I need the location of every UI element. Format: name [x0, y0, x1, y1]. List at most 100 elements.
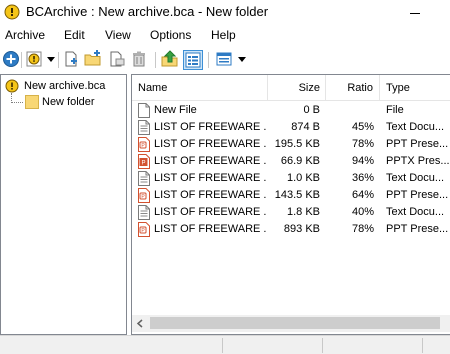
- up-folder-button[interactable]: [161, 50, 181, 70]
- file-size: 195.5 KB: [274, 138, 320, 150]
- file-row[interactable]: P LIST OF FREEWARE ... 66.9 KB 94% PPTX Pres…: [132, 153, 450, 170]
- file-size: 874 B: [291, 121, 320, 133]
- delete-button[interactable]: [130, 50, 150, 70]
- file-size: 66.9 KB: [280, 155, 320, 167]
- ppt-file-icon: P: [138, 222, 150, 237]
- column-header-type-label: Type: [386, 82, 410, 94]
- file-row[interactable]: P LIST OF FREEWARE ... 143.5 KB 64% PPT Pres…: [132, 187, 450, 204]
- toolbar-separator: [155, 52, 156, 68]
- file-ratio: 45%: [351, 121, 374, 133]
- file-size: 893 KB: [283, 223, 320, 235]
- text-file-icon: [138, 171, 150, 186]
- column-header-size[interactable]: Size: [268, 75, 326, 101]
- list-header: Name Size Ratio Type: [132, 75, 450, 101]
- file-list: Name Size Ratio Type New File 0 B File LIST…: [131, 74, 450, 335]
- plus-circle-icon: [3, 51, 19, 67]
- file-type: Text Docu...: [386, 172, 445, 184]
- status-bar: [0, 335, 450, 354]
- column-header-name[interactable]: Name: [132, 75, 268, 101]
- ppt-file-icon: P: [138, 188, 150, 203]
- up-arrow-folder-icon: [161, 50, 178, 67]
- file-type: PPT Prese...: [386, 223, 449, 235]
- bcarchive-app-icon: [4, 4, 20, 20]
- file-size: 1.8 KB: [286, 206, 320, 218]
- menu-view[interactable]: View: [105, 28, 131, 42]
- horizontal-scrollbar[interactable]: [132, 315, 450, 332]
- file-type: Text Docu...: [386, 121, 445, 133]
- file-size: 143.5 KB: [274, 189, 320, 201]
- menu-bar: Archive Edit View Options Help: [0, 25, 450, 45]
- file-ratio: 36%: [351, 172, 374, 184]
- column-header-type[interactable]: Type: [380, 75, 450, 101]
- file-ratio: 64%: [351, 189, 374, 201]
- add-folder-button[interactable]: [84, 50, 104, 70]
- menu-help[interactable]: Help: [211, 28, 236, 42]
- new-folder-icon: [84, 50, 101, 66]
- file-name: LIST OF FREEWARE ...: [154, 172, 266, 184]
- file-size: 1.0 KB: [286, 172, 320, 184]
- chevron-down-icon[interactable]: [238, 57, 246, 63]
- archive-icon: [5, 79, 19, 93]
- trash-icon: [133, 51, 145, 67]
- file-size: 0 B: [303, 104, 320, 116]
- add-files-button[interactable]: [62, 50, 82, 70]
- extract-file-icon: [110, 51, 125, 67]
- key-document-icon: [26, 51, 42, 67]
- file-row[interactable]: New File 0 B File: [132, 102, 450, 119]
- toolbar-separator: [208, 52, 209, 68]
- file-row[interactable]: P LIST OF FREEWARE ... 893 KB 78% PPT Prese.…: [132, 221, 450, 238]
- file-row[interactable]: LIST OF FREEWARE ... 1.8 KB 40% Text Docu..…: [132, 204, 450, 221]
- minimize-button[interactable]: [396, 4, 436, 22]
- file-name: LIST OF FREEWARE ...: [154, 121, 266, 133]
- tree-item-new-folder[interactable]: New folder: [23, 95, 127, 111]
- column-header-size-label: Size: [298, 82, 320, 94]
- column-header-ratio[interactable]: Ratio: [326, 75, 380, 101]
- status-cell: [223, 338, 323, 353]
- view-mode-button[interactable]: [215, 50, 235, 70]
- file-type: PPTX Pres...: [386, 155, 450, 167]
- tree-root-label: New archive.bca: [24, 80, 106, 92]
- window-title: BCArchive : New archive.bca - New folder: [26, 4, 269, 19]
- file-name: LIST OF FREEWARE ...: [154, 138, 266, 150]
- status-cell: [323, 338, 423, 353]
- file-type: PPT Prese...: [386, 189, 449, 201]
- column-header-name-label: Name: [138, 82, 168, 94]
- file-ratio: 94%: [351, 155, 374, 167]
- toolbar-separator: [21, 52, 22, 68]
- scrollbar-thumb[interactable]: [150, 317, 440, 329]
- extract-button[interactable]: [108, 50, 128, 70]
- encrypt-button[interactable]: [25, 50, 45, 70]
- toolbar: [0, 46, 450, 74]
- menu-edit[interactable]: Edit: [64, 28, 85, 42]
- tree-child-label: New folder: [42, 96, 95, 108]
- file-ratio: 40%: [351, 206, 374, 218]
- file-type: File: [386, 104, 404, 116]
- pptx-file-icon: P: [138, 154, 150, 169]
- window-list-icon: [216, 52, 232, 66]
- file-ratio: 78%: [351, 223, 374, 235]
- file-name: LIST OF FREEWARE ...: [154, 189, 266, 201]
- chevron-down-icon[interactable]: [47, 57, 55, 63]
- file-ratio: 78%: [351, 138, 374, 150]
- file-row[interactable]: P LIST OF FREEWARE ... 195.5 KB 78% PPT Pres…: [132, 136, 450, 153]
- file-row[interactable]: LIST OF FREEWARE ... 874 B 45% Text Docu...: [132, 119, 450, 136]
- file-type: Text Docu...: [386, 206, 445, 218]
- text-file-icon: [138, 205, 150, 220]
- file-name: LIST OF FREEWARE ...: [154, 206, 266, 218]
- folder-icon: [25, 95, 39, 109]
- scroll-left-arrow-icon[interactable]: [136, 319, 145, 328]
- add-button[interactable]: [2, 50, 22, 70]
- file-row[interactable]: LIST OF FREEWARE ... 1.0 KB 36% Text Docu..…: [132, 170, 450, 187]
- file-name: LIST OF FREEWARE ...: [154, 155, 266, 167]
- blank-file-icon: [138, 103, 150, 118]
- column-header-ratio-label: Ratio: [347, 82, 373, 94]
- menu-archive[interactable]: Archive: [5, 28, 45, 42]
- details-view-icon: [185, 52, 201, 68]
- minimize-icon: [410, 13, 420, 14]
- svg-text:P: P: [142, 160, 146, 166]
- details-view-button[interactable]: [183, 50, 203, 70]
- menu-options[interactable]: Options: [150, 28, 191, 42]
- text-file-icon: [138, 120, 150, 135]
- title-bar: BCArchive : New archive.bca - New folder: [0, 0, 450, 25]
- toolbar-separator: [58, 52, 59, 68]
